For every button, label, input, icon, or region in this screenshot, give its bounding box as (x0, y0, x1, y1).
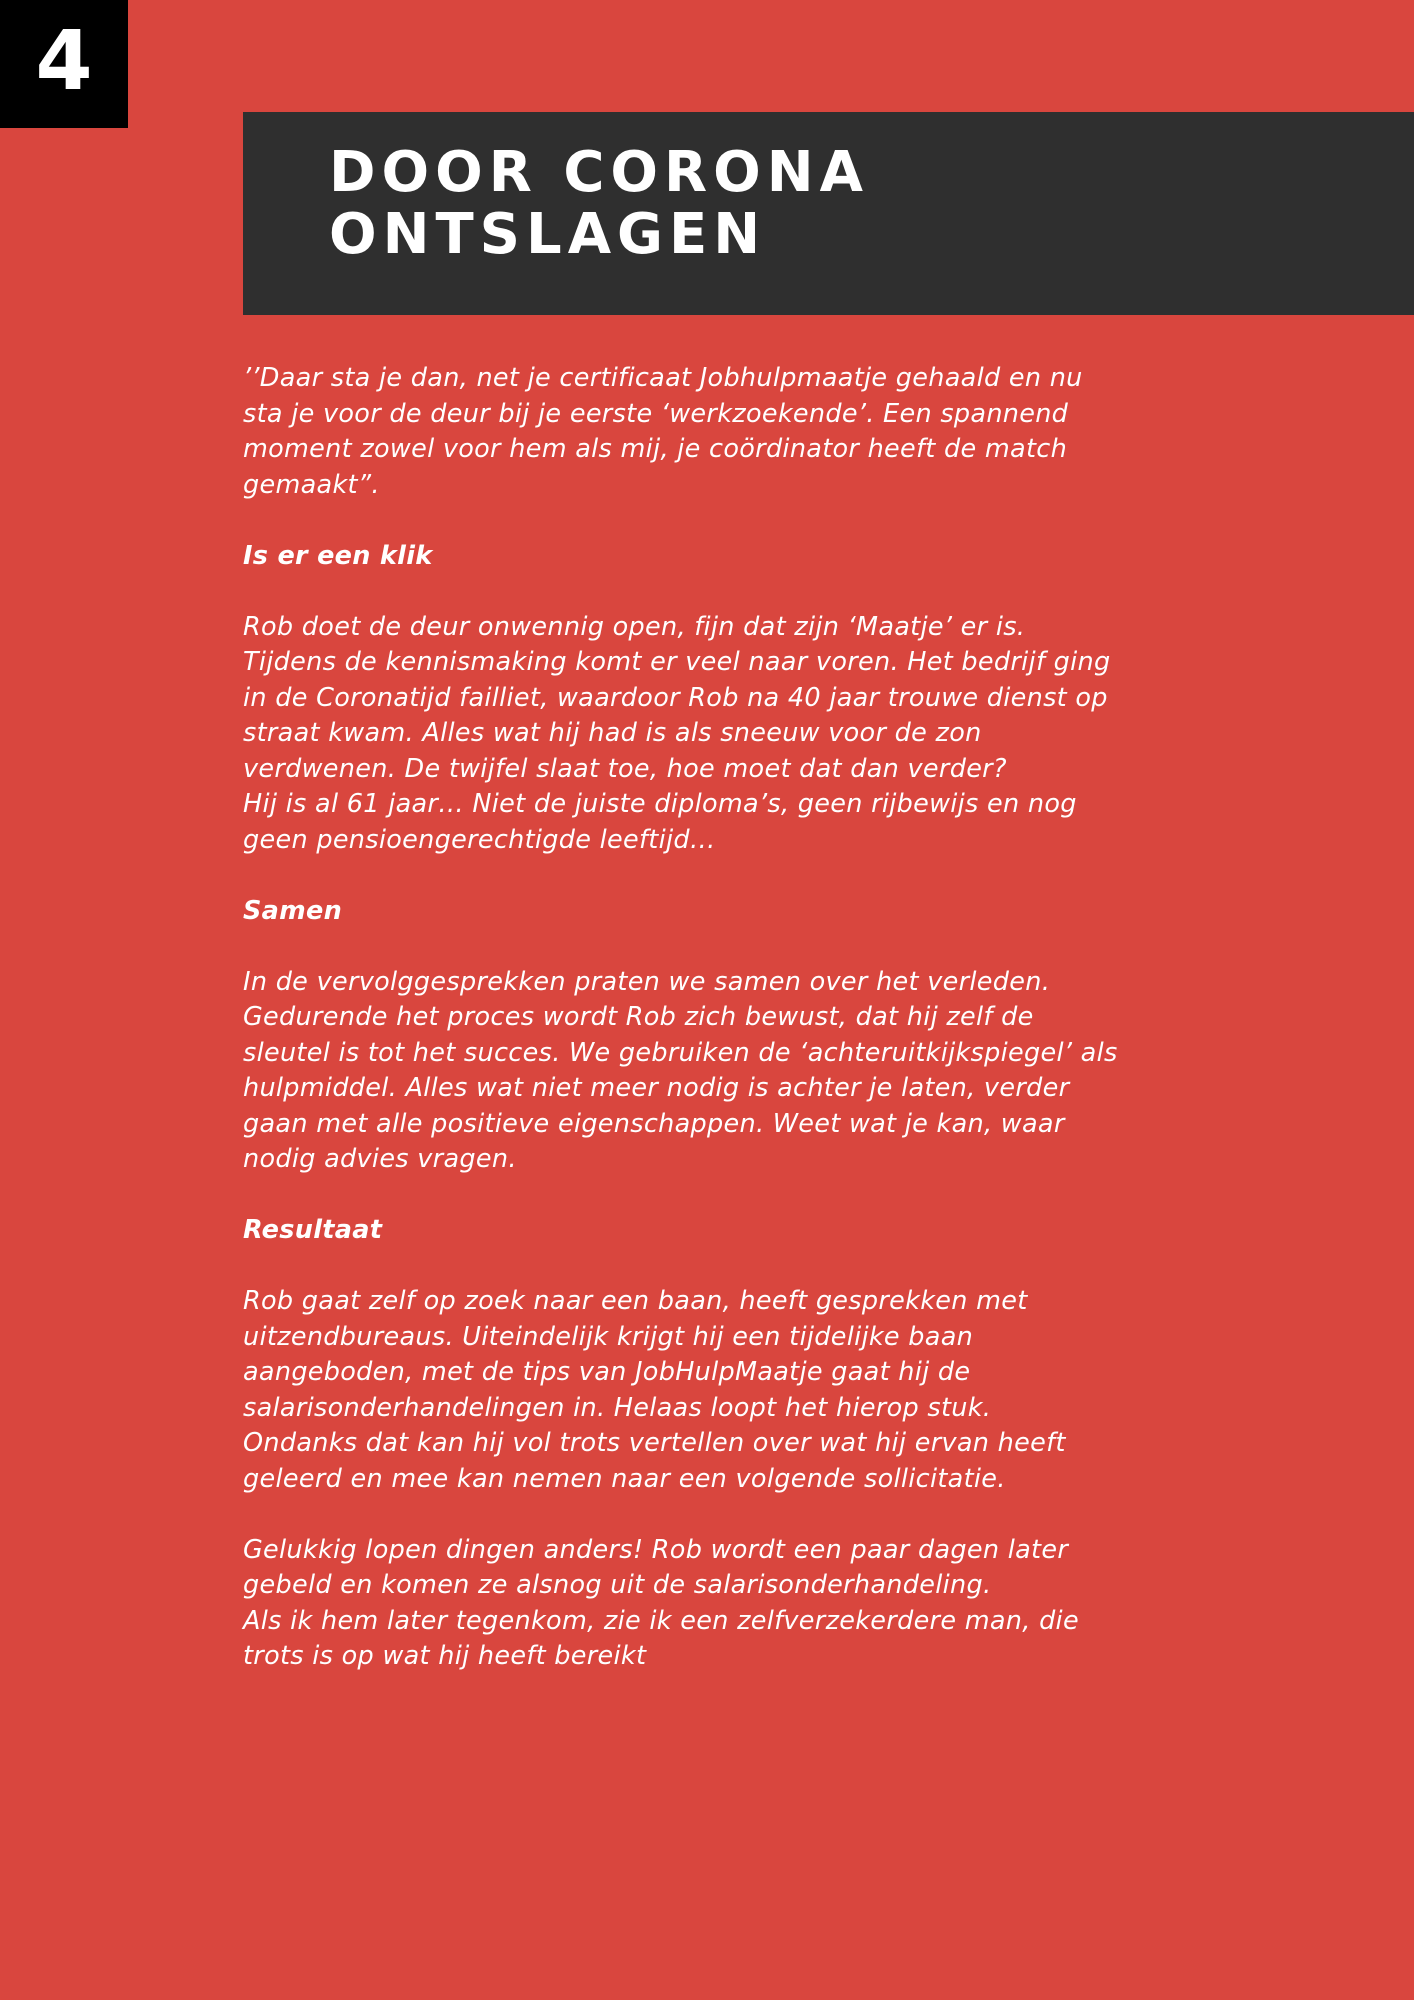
paragraph-line: gebeld en komen ze alsnog uit de salaris… (243, 1570, 992, 1600)
paragraph-line: Als ik hem later tegenkom, zie ik een ze… (243, 1605, 1079, 1636)
paragraph-line: nodig advies vragen. (243, 1144, 517, 1174)
closing-paragraph: Gelukkig lopen dingen anders! Rob wordt … (243, 1533, 1203, 1675)
paragraph-line: verdwenen. De twijfel slaat toe, hoe moe… (243, 753, 1007, 784)
section-heading-klik: Is er een klik (243, 540, 433, 571)
paragraph-line: Ondanks dat kan hij vol trots vertellen … (243, 1428, 1066, 1458)
page-title-line-2: ONTSLAGEN (329, 202, 767, 267)
paragraph-line: in de Coronatijd failliet, waardoor Rob … (243, 682, 1108, 713)
paragraph-line: aangeboden, met de tips van JobHulpMaatj… (243, 1357, 971, 1387)
paragraph-line: straat kwam. Alles wat hij had is als sn… (243, 718, 982, 748)
intro-line: ’’Daar sta je dan, net je certificaat Jo… (243, 363, 1083, 393)
page-number: 4 (35, 14, 93, 109)
paragraph-line: Gelukkig lopen dingen anders! Rob wordt … (243, 1534, 1069, 1565)
intro-line: moment zowel voor hem als mij, je coördi… (243, 434, 1068, 464)
page-title-line-1: DOOR CORONA (329, 140, 869, 205)
article-body: ’’Daar sta je dan, net je certificaat Jo… (243, 361, 1203, 1710)
paragraph-line: salarisonderhandelingen in. Helaas loopt… (243, 1392, 992, 1423)
paragraph-line: In de vervolggesprekken praten we samen … (243, 966, 1051, 997)
paragraph-line: gaan met alle positieve eigenschappen. W… (243, 1108, 1065, 1139)
section-heading-samen: Samen (243, 895, 343, 926)
section-heading-resultaat: Resultaat (243, 1215, 383, 1245)
paragraph-line: Tijdens de kennismaking komt er veel naa… (243, 647, 1111, 677)
section-paragraph-klik: Rob doet de deur onwennig open, fijn dat… (243, 610, 1203, 859)
paragraph-line: hulpmiddel. Alles wat niet meer nodig is… (243, 1073, 1070, 1103)
intro-line: sta je voor de deur bij je eerste ‘werkz… (243, 398, 1069, 429)
paragraph-line: Gedurende het proces wordt Rob zich bewu… (243, 1002, 1034, 1032)
title-banner: DOOR CORONA ONTSLAGEN (243, 112, 1414, 315)
page-number-badge: 4 (0, 0, 128, 128)
paragraph-line: uitzendbureaus. Uiteindelijk krijgt hij … (243, 1321, 974, 1352)
intro-line: gemaakt”. (243, 469, 380, 500)
section-paragraph-resultaat: Rob gaat zelf op zoek naar een baan, hee… (243, 1284, 1203, 1497)
paragraph-line: Rob gaat zelf op zoek naar een baan, hee… (243, 1286, 1028, 1316)
paragraph-line: geen pensioengerechtigde leeftijd… (243, 824, 716, 855)
paragraph-line: Rob doet de deur onwennig open, fijn dat… (243, 611, 1026, 642)
intro-paragraph: ’’Daar sta je dan, net je certificaat Jo… (243, 361, 1203, 503)
paragraph-line: sleutel is tot het succes. We gebruiken … (243, 1037, 1118, 1068)
paragraph-line: trots is op wat hij heeft bereikt (243, 1641, 647, 1671)
paragraph-line: Hij is al 61 jaar… Niet de juiste diplom… (243, 789, 1077, 819)
paragraph-line: geleerd en mee kan nemen naar een volgen… (243, 1463, 1006, 1494)
section-paragraph-samen: In de vervolggesprekken praten we samen … (243, 965, 1203, 1178)
